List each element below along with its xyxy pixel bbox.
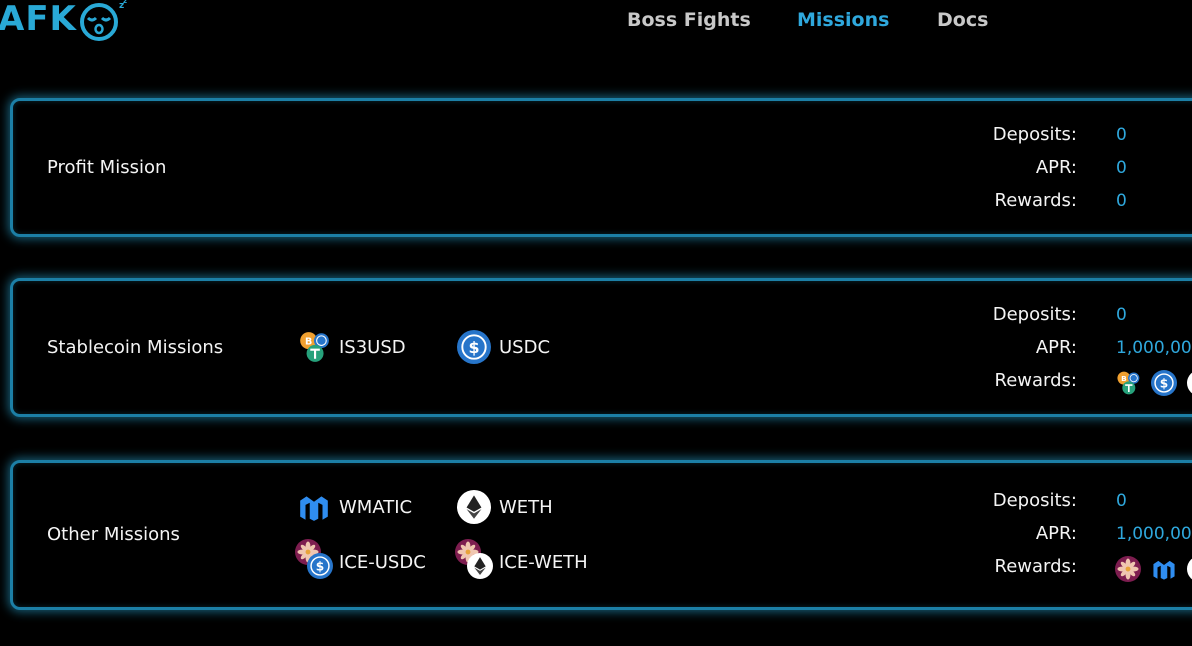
rewards-value: 0	[1116, 191, 1127, 211]
mission-title: Stablecoin Missions	[47, 337, 224, 358]
rewards-label: Rewards:	[994, 370, 1077, 391]
apr-label: APR:	[1035, 523, 1077, 544]
ice-usdc-icon	[297, 545, 331, 579]
sleeping-face-icon: z z	[79, 0, 128, 41]
deposits-label: Deposits:	[992, 490, 1077, 511]
mission-title: Profit Mission	[47, 157, 167, 178]
deposits-value: 0	[1116, 125, 1127, 145]
token-label: USDC	[499, 336, 551, 358]
apr-value: 1,000,00	[1116, 338, 1192, 358]
token-usdc[interactable]: USDC	[457, 330, 550, 364]
app-logo[interactable]: AFK z z	[0, 0, 129, 42]
token-wmatic[interactable]: WMATIC	[297, 490, 412, 524]
token-ice-usdc[interactable]: ICE-USDC	[297, 545, 426, 579]
apr-label: APR:	[1035, 337, 1077, 358]
svg-text:z: z	[123, 0, 128, 5]
apr-value: 0	[1116, 158, 1127, 178]
token-label: ICE-WETH	[499, 551, 588, 573]
token-icon	[1187, 370, 1192, 396]
nav-missions[interactable]: Missions	[797, 9, 889, 31]
token-label: IS3USD	[339, 336, 406, 358]
rewards-icons	[1115, 556, 1192, 582]
deposits-value: 0	[1116, 491, 1127, 511]
ice-icon	[1115, 556, 1141, 582]
token-is3usd[interactable]: IS3USD	[297, 330, 406, 364]
ice-weth-icon	[457, 545, 491, 579]
apr-label: APR:	[1035, 157, 1077, 178]
token-label: WMATIC	[339, 496, 413, 518]
eth-icon	[1187, 556, 1192, 582]
mission-title: Other Missions	[47, 524, 180, 545]
deposits-label: Deposits:	[992, 304, 1077, 325]
logo-text: AFK	[0, 0, 77, 39]
is3usd-icon	[297, 330, 331, 364]
rewards-label: Rewards:	[994, 556, 1077, 577]
eth-icon	[457, 490, 491, 524]
deposits-value: 0	[1116, 305, 1127, 325]
nav-docs[interactable]: Docs	[937, 9, 988, 31]
mission-panel-other[interactable]: Other Missions WMATIC WETH ICE-USDC ICE-…	[10, 460, 1192, 610]
matic-icon	[297, 490, 331, 524]
token-label: WETH	[499, 496, 553, 518]
nav-boss-fights[interactable]: Boss Fights	[627, 9, 751, 31]
mission-panel-stablecoin[interactable]: Stablecoin Missions IS3USD USDC Deposits…	[10, 278, 1192, 417]
app-page: AFK z z Boss Fights Missions Docs Profit…	[0, 0, 1192, 646]
deposits-label: Deposits:	[992, 124, 1077, 145]
token-ice-weth[interactable]: ICE-WETH	[457, 545, 588, 579]
usdc-icon	[1151, 370, 1177, 396]
apr-value: 1,000,00	[1116, 524, 1192, 544]
usdc-icon	[457, 330, 491, 364]
token-label: ICE-USDC	[339, 551, 426, 573]
matic-icon	[1151, 556, 1177, 582]
token-weth[interactable]: WETH	[457, 490, 553, 524]
mission-panel-profit[interactable]: Profit Mission Deposits: 0 APR: 0 Reward…	[10, 98, 1192, 237]
is3usd-icon	[1115, 370, 1141, 396]
rewards-label: Rewards:	[994, 190, 1077, 211]
rewards-icons	[1115, 370, 1192, 396]
